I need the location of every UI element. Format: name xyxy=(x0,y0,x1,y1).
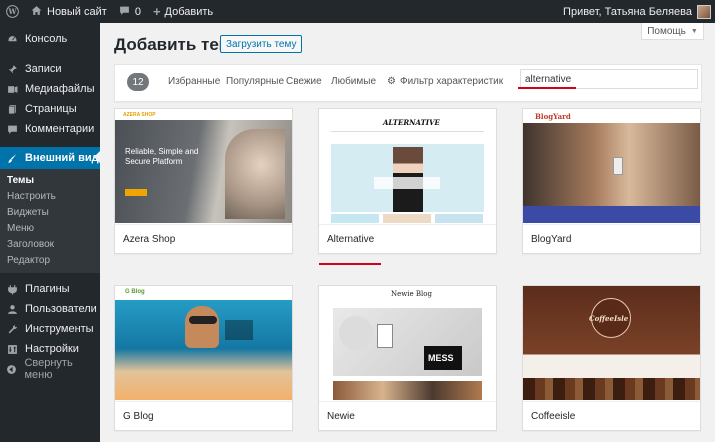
theme-filter-bar: 12 Избранные Популярные Свежие Любимые ⚙… xyxy=(114,64,702,102)
tab-latest[interactable]: Свежие xyxy=(286,76,322,87)
sidebar-item-label: Пользователи xyxy=(25,303,97,315)
sidebar-item-tools[interactable]: Инструменты xyxy=(0,319,100,339)
sign-text: MESS xyxy=(428,353,454,363)
plus-icon: + xyxy=(152,4,161,19)
theme-screenshot: BlogYard xyxy=(523,109,700,223)
sidebar-item-label: Страницы xyxy=(25,103,77,115)
theme-card-alternative[interactable]: ALTERNATIVE Alternative xyxy=(318,108,497,254)
sidebar-item-dashboard[interactable]: Консоль xyxy=(0,29,100,49)
avatar xyxy=(697,4,711,19)
submenu-customize[interactable]: Настроить xyxy=(0,189,100,205)
theme-logo: AZERA SHOP xyxy=(123,112,156,118)
sidebar-item-label: Свернуть меню xyxy=(24,357,73,381)
sidebar-item-label: Внешний вид xyxy=(25,152,99,164)
submenu-header[interactable]: Заголовок xyxy=(0,237,100,253)
theme-name: BlogYard xyxy=(531,234,572,245)
theme-logo: G Blog xyxy=(125,289,145,295)
theme-name: Azera Shop xyxy=(123,234,176,245)
theme-card-g-blog[interactable]: G Blog G Blog xyxy=(114,285,293,431)
theme-card-coffeeisle[interactable]: CoffeeIsle Coffeeisle xyxy=(522,285,701,431)
users-icon xyxy=(6,303,18,315)
help-label: Помощь xyxy=(647,25,686,37)
search-highlight-underline xyxy=(518,87,576,89)
wrench-icon xyxy=(6,323,18,335)
theme-headline: Reliable, Simple and Secure Platform xyxy=(125,147,199,166)
upload-theme-button[interactable]: Загрузить тему xyxy=(220,35,303,53)
theme-screenshot: CoffeeIsle xyxy=(523,286,700,400)
theme-name: G Blog xyxy=(123,411,154,422)
appearance-submenu: Темы Настроить Виджеты Меню Заголовок Ре… xyxy=(0,169,100,273)
sidebar-item-users[interactable]: Пользователи xyxy=(0,299,100,319)
account-menu[interactable]: Привет, Татьяна Беляева xyxy=(557,0,715,23)
theme-name: Newie xyxy=(327,411,355,422)
feature-filter-label: Фильтр характеристик xyxy=(399,76,504,87)
theme-logo: BlogYard xyxy=(535,112,571,121)
svg-text:W: W xyxy=(7,7,17,16)
theme-card-azera-shop[interactable]: AZERA SHOP Reliable, Simple and Secure P… xyxy=(114,108,293,254)
sidebar-item-label: Медиафайлы xyxy=(25,83,95,95)
alternative-highlight-underline xyxy=(319,263,381,265)
wordpress-logo-icon[interactable]: W xyxy=(0,0,25,23)
sidebar-item-comments[interactable]: Комментарии xyxy=(0,119,100,139)
gear-icon: ⚙ xyxy=(387,76,396,87)
submenu-editor[interactable]: Редактор xyxy=(0,253,100,269)
caret-down-icon: ▼ xyxy=(690,27,698,35)
theme-screenshot: ALTERNATIVE xyxy=(319,109,496,223)
tab-popular[interactable]: Популярные xyxy=(226,76,284,87)
theme-name: Alternative xyxy=(327,234,375,245)
sidebar-item-posts[interactable]: Записи xyxy=(0,59,100,79)
collapse-icon xyxy=(6,363,17,375)
media-icon xyxy=(6,83,18,95)
comments-count: 0 xyxy=(134,5,141,18)
tab-favorites[interactable]: Любимые xyxy=(331,76,376,87)
greeting-label: Привет, Татьяна Беляева xyxy=(563,5,692,18)
sidebar-item-label: Настройки xyxy=(25,343,79,355)
theme-screenshot: Newie Blog MESS xyxy=(319,286,496,400)
sidebar-item-appearance[interactable]: Внешний вид xyxy=(0,147,100,169)
sidebar-item-label: Инструменты xyxy=(25,323,94,335)
theme-name: Coffeeisle xyxy=(531,411,576,422)
admin-sidebar: Консоль Записи Медиафайлы Страницы Комме… xyxy=(0,23,100,442)
site-name-link[interactable]: Новый сайт xyxy=(25,0,113,23)
theme-search-input[interactable] xyxy=(520,69,698,89)
submenu-widgets[interactable]: Виджеты xyxy=(0,205,100,221)
theme-logo: Newie Blog xyxy=(391,290,432,298)
theme-screenshot: AZERA SHOP Reliable, Simple and Secure P… xyxy=(115,109,292,223)
theme-logo: ALTERNATIVE xyxy=(383,118,440,127)
sidebar-item-media[interactable]: Медиафайлы xyxy=(0,79,100,99)
sidebar-item-label: Плагины xyxy=(25,283,70,295)
feature-filter-button[interactable]: ⚙ Фильтр характеристик xyxy=(387,76,503,87)
paintbrush-icon xyxy=(6,152,18,164)
main-content: Помощь ▼ Добавить темы Загрузить тему 12… xyxy=(100,23,715,442)
site-name-label: Новый сайт xyxy=(47,5,107,18)
home-icon xyxy=(31,5,42,19)
admin-bar: W Новый сайт 0 + Добавить Привет, Татьян… xyxy=(0,0,715,23)
theme-screenshot: G Blog xyxy=(115,286,292,400)
theme-count-badge: 12 xyxy=(127,73,149,91)
comment-bubble-icon xyxy=(119,5,130,19)
sidebar-item-pages[interactable]: Страницы xyxy=(0,99,100,119)
comments-link[interactable]: 0 xyxy=(113,0,147,23)
pages-icon xyxy=(6,103,18,115)
tab-featured[interactable]: Избранные xyxy=(168,76,220,87)
sidebar-item-label: Записи xyxy=(25,63,62,75)
submenu-menus[interactable]: Меню xyxy=(0,221,100,237)
theme-card-newie[interactable]: Newie Blog MESS Newie xyxy=(318,285,497,431)
plugin-icon xyxy=(6,283,18,295)
comments-icon xyxy=(6,123,18,135)
collapse-menu-button[interactable]: Свернуть меню xyxy=(0,357,100,381)
help-tab-button[interactable]: Помощь ▼ xyxy=(641,23,704,40)
add-new-label: Добавить xyxy=(164,5,214,18)
theme-logo: CoffeeIsle xyxy=(589,314,629,323)
settings-icon xyxy=(6,343,18,355)
sidebar-item-label: Консоль xyxy=(25,33,68,45)
sidebar-item-plugins[interactable]: Плагины xyxy=(0,279,100,299)
theme-card-blogyard[interactable]: BlogYard BlogYard xyxy=(522,108,701,254)
sidebar-item-label: Комментарии xyxy=(25,123,95,135)
pin-icon xyxy=(6,63,18,75)
add-new-link[interactable]: + Добавить xyxy=(147,0,219,23)
sidebar-item-settings[interactable]: Настройки xyxy=(0,339,100,359)
submenu-themes[interactable]: Темы xyxy=(0,173,100,189)
dashboard-icon xyxy=(6,33,18,45)
